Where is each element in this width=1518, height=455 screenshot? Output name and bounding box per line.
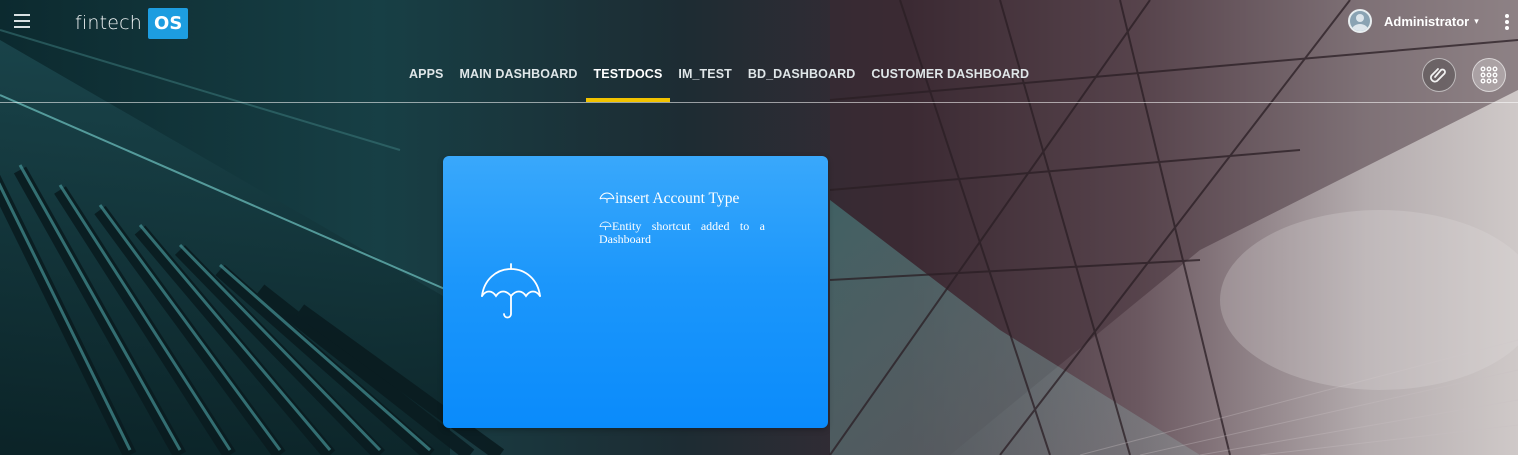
paperclip-icon: [1430, 68, 1446, 83]
header-divider: [0, 102, 1518, 103]
hamburger-menu-icon[interactable]: [14, 14, 30, 28]
logo-badge: OS: [148, 7, 189, 39]
card-description-text: Entity shortcut added to a Dashboard: [599, 219, 765, 246]
tab-bd-dashboard[interactable]: BD_DASHBOARD: [740, 66, 863, 102]
tab-apps[interactable]: APPS: [401, 66, 451, 102]
dashboard-tabs: APPS MAIN DASHBOARD TESTDOCS IM_TEST BD_…: [401, 66, 1037, 102]
logo[interactable]: fintech OS: [75, 6, 189, 40]
more-options-icon[interactable]: [1505, 14, 1509, 32]
tab-customer-dashboard[interactable]: CUSTOMER DASHBOARD: [863, 66, 1037, 102]
tab-main-dashboard[interactable]: MAIN DASHBOARD: [451, 66, 585, 102]
top-bar: fintech OS APPS MAIN DASHBOARD TESTDOCS …: [0, 0, 1518, 102]
apps-grid-button[interactable]: [1472, 58, 1506, 92]
tab-testdocs[interactable]: TESTDOCS: [585, 66, 671, 102]
logo-text: fintech: [75, 12, 143, 34]
avatar: [1348, 9, 1372, 33]
user-menu[interactable]: Administrator ▾: [1348, 9, 1479, 33]
chevron-down-icon: ▾: [1474, 15, 1479, 26]
card-description: Entity shortcut added to a Dashboard: [599, 220, 765, 246]
entity-shortcut-card[interactable]: insert Account Type Entity shortcut adde…: [443, 156, 828, 428]
tab-im-test[interactable]: IM_TEST: [670, 66, 739, 102]
card-title-text: insert Account Type: [615, 190, 740, 207]
user-name: Administrator: [1384, 13, 1470, 29]
attachments-button[interactable]: [1422, 58, 1456, 92]
grid-dots-icon: [1480, 66, 1498, 84]
umbrella-icon: [481, 263, 541, 319]
card-title: insert Account Type: [599, 190, 739, 208]
umbrella-icon: [599, 221, 612, 231]
umbrella-icon: [599, 192, 615, 203]
